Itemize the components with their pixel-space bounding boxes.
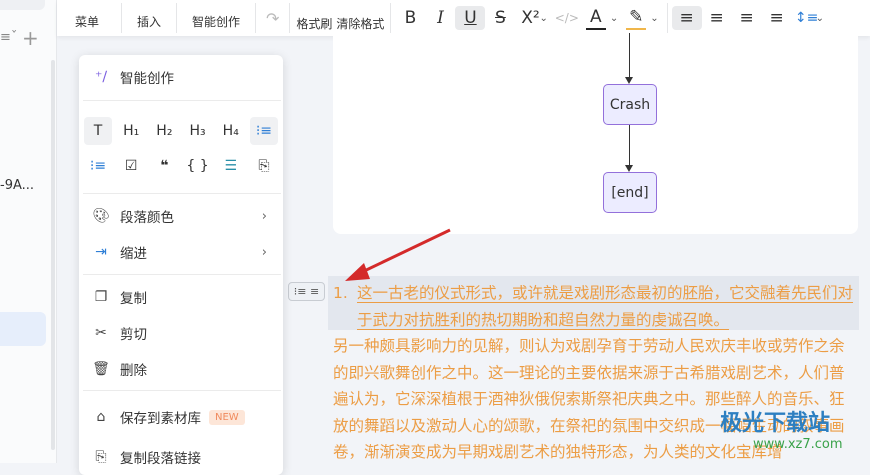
trash-icon: 🗑︎ bbox=[92, 361, 110, 377]
checkbox-icon[interactable]: ☑ bbox=[117, 152, 145, 180]
callout-icon[interactable]: ☰ bbox=[217, 152, 245, 180]
menu-item-ai-create[interactable]: ⁺∕ 智能创作 bbox=[79, 61, 283, 93]
menu-item-save-to-library[interactable]: ⌂ 保存到素材库 NEW bbox=[79, 401, 283, 433]
ordered-list-icon[interactable]: ⁝≡ bbox=[249, 117, 278, 145]
watermark-url: www.xz7.com bbox=[753, 437, 843, 452]
scissors-icon: ✂ bbox=[95, 325, 107, 341]
block-h2-button[interactable]: H₂ bbox=[150, 117, 178, 145]
chevron-right-icon: › bbox=[261, 244, 267, 260]
block-text-button[interactable]: T bbox=[84, 117, 112, 145]
menu-item-indent[interactable]: ⇥ 缩进 › bbox=[79, 236, 283, 268]
quote-icon[interactable]: ❝ bbox=[150, 152, 178, 180]
block-h1-button[interactable]: H₁ bbox=[117, 117, 145, 145]
menu-item-copy-paragraph-link[interactable]: ⎘ 复制段落链接 bbox=[79, 441, 283, 473]
sync-doc-icon[interactable]: ⎘ bbox=[250, 152, 278, 180]
new-badge: NEW bbox=[209, 409, 245, 425]
watermark-logo: 极光下载站 bbox=[720, 411, 831, 436]
palette-icon: 🎨︎ bbox=[92, 208, 110, 224]
indent-icon: ⇥ bbox=[95, 244, 107, 260]
menu-item-paragraph-color[interactable]: 🎨︎ 段落颜色 › bbox=[79, 200, 283, 232]
block-h4-button[interactable]: H₄ bbox=[217, 117, 245, 145]
code-block-icon[interactable]: { } bbox=[184, 152, 212, 180]
block-h3-button[interactable]: H₃ bbox=[184, 117, 212, 145]
copy-icon: ❐ bbox=[94, 289, 108, 305]
chevron-right-icon: › bbox=[261, 208, 267, 224]
context-menu: ⁺∕ 智能创作 T H₁ H₂ H₃ H₄ ⁝≡ ⁝≡ ☑ ❝ { } ☰ ⎘ … bbox=[79, 55, 283, 475]
magic-wand-icon: ⁺∕ bbox=[94, 69, 108, 85]
bullet-list-icon[interactable]: ⁝≡ bbox=[84, 152, 112, 180]
menu-item-cut[interactable]: ✂ 剪切 bbox=[79, 317, 283, 349]
menu-item-copy[interactable]: ❐ 复制 bbox=[79, 281, 283, 313]
menu-item-delete[interactable]: 🗑︎ 删除 bbox=[79, 353, 283, 385]
save-material-icon: ⌂ bbox=[96, 409, 106, 425]
